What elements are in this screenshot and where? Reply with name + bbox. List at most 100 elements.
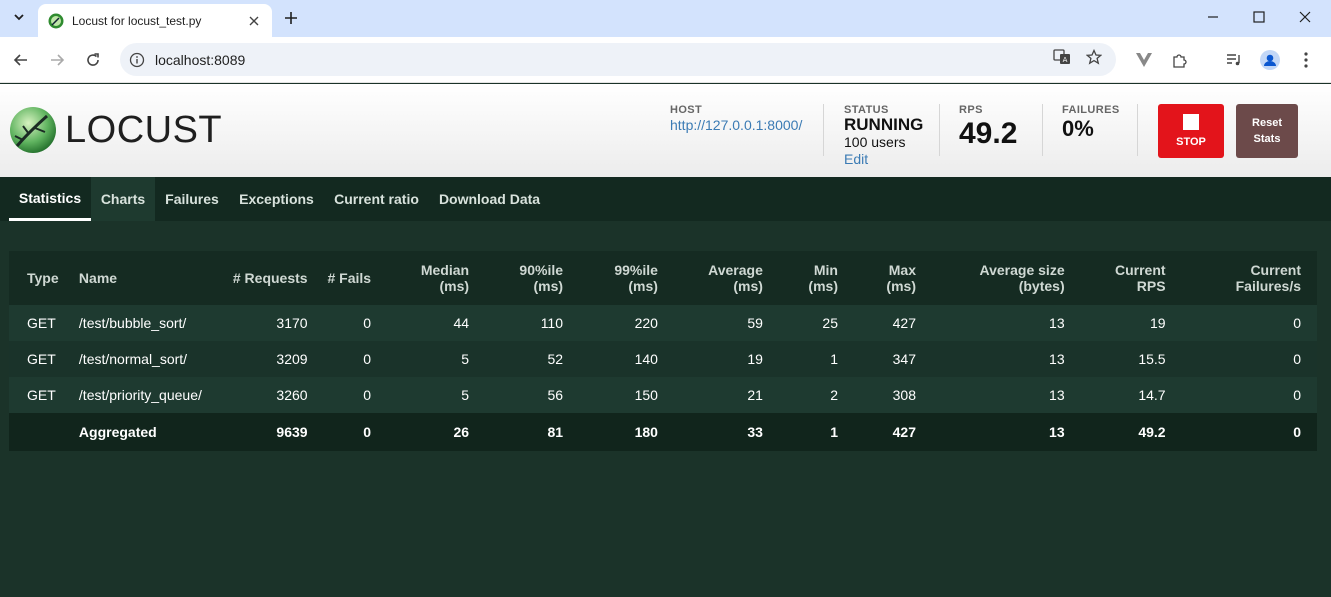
cell-p99: 140	[579, 341, 674, 377]
cell-median: 5	[387, 341, 486, 377]
cell-type: GET	[9, 341, 61, 377]
table-header-row: Type Name # Requests # Fails Median (ms) …	[9, 251, 1317, 305]
tab-title: Locust for locust_test.py	[72, 13, 202, 28]
cell-p90: 52	[485, 341, 580, 377]
col-header[interactable]: # Requests	[201, 251, 324, 305]
cell-p99: 150	[579, 377, 674, 413]
cell-median: 5	[387, 377, 486, 413]
col-header[interactable]: Median (ms)	[387, 251, 486, 305]
col-header[interactable]: Name	[60, 251, 202, 305]
back-button[interactable]	[9, 48, 33, 72]
locust-header: LOCUST HOST http://127.0.0.1:8000/ STATU…	[0, 84, 1331, 177]
cell-p90: 81	[485, 413, 580, 451]
maximize-icon	[1253, 11, 1265, 23]
cell-avg-size: 13	[931, 377, 1081, 413]
tab-failures[interactable]: Failures	[155, 177, 229, 221]
stop-button[interactable]: STOP	[1158, 104, 1224, 158]
bookmark-button[interactable]	[1082, 45, 1106, 69]
table-row: GET /test/priority_queue/ 3260 0 5 56 15…	[9, 377, 1317, 413]
col-header[interactable]: Average (ms)	[673, 251, 779, 305]
forward-button[interactable]	[45, 48, 69, 72]
browser-tab[interactable]: Locust for locust_test.py	[38, 4, 272, 37]
col-header[interactable]: Current Failures/s	[1181, 251, 1317, 305]
cell-type: GET	[9, 305, 61, 341]
col-header[interactable]: Min (ms)	[778, 251, 854, 305]
cell-name: Aggregated	[60, 413, 202, 451]
url-text[interactable]: localhost:8089	[155, 52, 1116, 68]
translate-icon: A	[1053, 49, 1070, 64]
close-icon	[1299, 11, 1311, 23]
col-header[interactable]: Current RPS	[1080, 251, 1182, 305]
arrow-left-icon	[13, 54, 27, 66]
minimize-button[interactable]	[1190, 0, 1236, 34]
vue-devtools-button[interactable]	[1132, 48, 1156, 72]
host-link[interactable]: http://127.0.0.1:8000/	[670, 117, 802, 133]
cell-current-rps: 14.7	[1080, 377, 1182, 413]
plus-icon	[285, 12, 297, 24]
header-divider	[1042, 104, 1043, 156]
tab-charts[interactable]: Charts	[91, 177, 155, 221]
cell-requests: 3170	[201, 305, 324, 341]
tab-search-button[interactable]	[8, 6, 30, 28]
arrow-right-icon	[51, 54, 65, 66]
col-header[interactable]: Type	[9, 251, 61, 305]
edit-users-link[interactable]: Edit	[844, 151, 868, 167]
extensions-button[interactable]	[1168, 48, 1192, 72]
browser-toolbar: localhost:8089 A	[0, 37, 1331, 83]
star-icon	[1086, 49, 1102, 65]
locust-logo-text: LOCUST	[65, 109, 223, 151]
cell-type	[9, 413, 61, 451]
cell-p99: 220	[579, 305, 674, 341]
cell-current-failures: 0	[1181, 377, 1317, 413]
cell-current-failures: 0	[1181, 341, 1317, 377]
site-info-icon[interactable]	[129, 52, 145, 68]
reset-label-line1: Reset	[1252, 117, 1282, 129]
tab-current-ratio[interactable]: Current ratio	[324, 177, 429, 221]
cell-average: 19	[673, 341, 779, 377]
tab-statistics[interactable]: Statistics	[9, 177, 91, 221]
cell-fails: 0	[323, 377, 388, 413]
tab-download-data[interactable]: Download Data	[429, 177, 550, 221]
reload-button[interactable]	[81, 48, 105, 72]
cell-median: 44	[387, 305, 486, 341]
cell-requests: 3260	[201, 377, 324, 413]
playlist-music-icon	[1227, 54, 1240, 66]
col-header[interactable]: 99%ile (ms)	[579, 251, 674, 305]
reset-stats-button[interactable]: Reset Stats	[1236, 104, 1298, 158]
window-close-button[interactable]	[1282, 0, 1328, 34]
tab-close-button[interactable]	[244, 11, 264, 31]
cell-average: 59	[673, 305, 779, 341]
tab-exceptions[interactable]: Exceptions	[229, 177, 324, 221]
cell-current-failures: 0	[1181, 413, 1317, 451]
cell-fails: 0	[323, 305, 388, 341]
new-tab-button[interactable]	[280, 7, 302, 29]
cell-max: 308	[853, 377, 932, 413]
cell-min: 2	[778, 377, 854, 413]
statistics-table: Type Name # Requests # Fails Median (ms) …	[9, 251, 1317, 451]
col-header[interactable]: # Fails	[323, 251, 388, 305]
cell-requests: 3209	[201, 341, 324, 377]
maximize-button[interactable]	[1236, 0, 1282, 34]
col-header[interactable]: 90%ile (ms)	[485, 251, 580, 305]
puzzle-icon	[1173, 54, 1187, 68]
cell-requests: 9639	[201, 413, 324, 451]
col-header[interactable]: Max (ms)	[853, 251, 932, 305]
media-control-button[interactable]	[1222, 48, 1246, 72]
cell-type: GET	[9, 377, 61, 413]
col-header[interactable]: Average size (bytes)	[931, 251, 1081, 305]
profile-button[interactable]	[1258, 48, 1282, 72]
stop-button-label: STOP	[1176, 136, 1206, 148]
cell-current-rps: 19	[1080, 305, 1182, 341]
cell-min: 1	[778, 341, 854, 377]
address-bar[interactable]: localhost:8089	[120, 43, 1116, 76]
browser-titlebar: Locust for locust_test.py	[0, 0, 1331, 37]
cell-fails: 0	[323, 341, 388, 377]
cell-max: 427	[853, 413, 932, 451]
chevron-down-icon	[14, 14, 24, 21]
translate-button[interactable]: A	[1050, 45, 1074, 69]
cell-average: 33	[673, 413, 779, 451]
browser-menu-button[interactable]	[1294, 48, 1318, 72]
cell-p99: 180	[579, 413, 674, 451]
cell-avg-size: 13	[931, 413, 1081, 451]
header-divider	[939, 104, 940, 156]
